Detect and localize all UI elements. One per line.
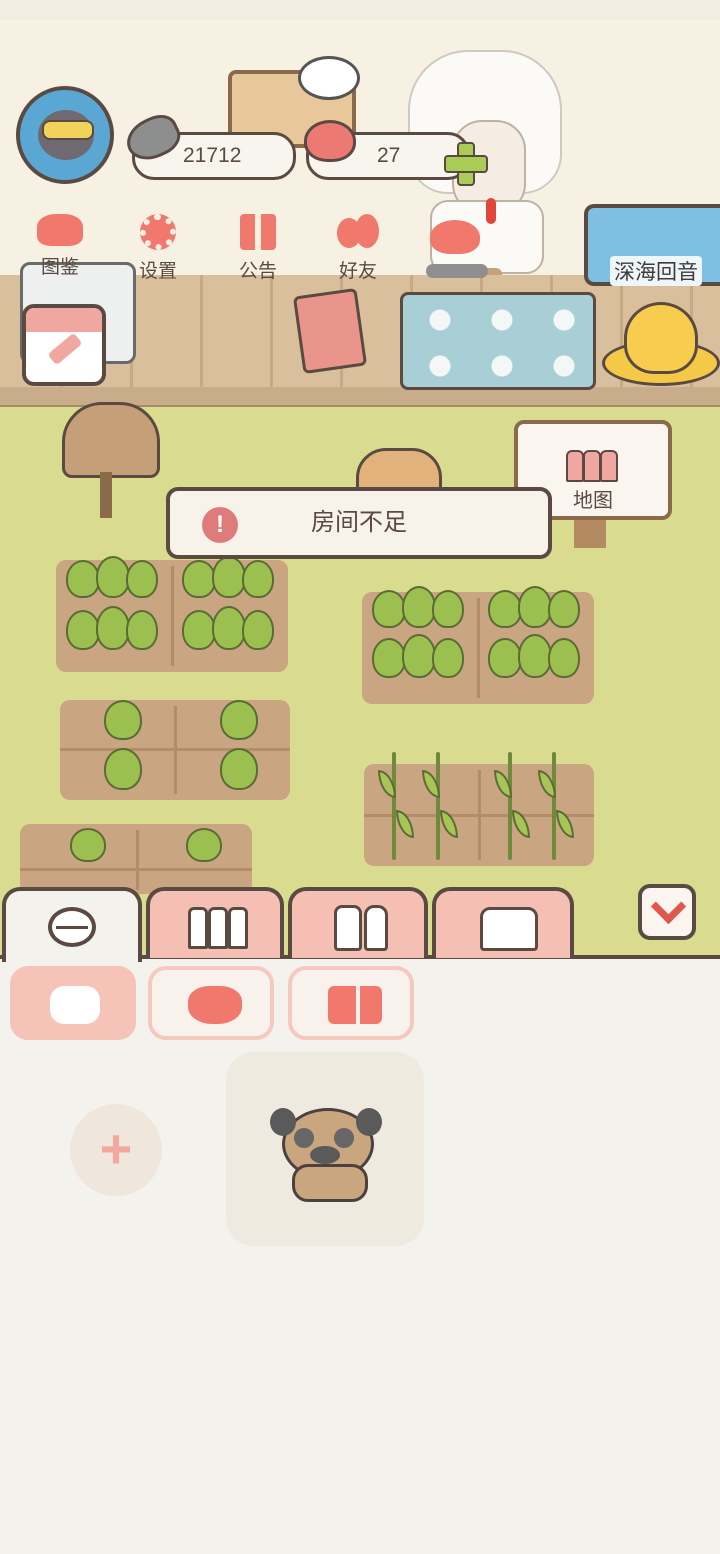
chevron-down-icon bbox=[650, 888, 687, 925]
player-avatar[interactable] bbox=[16, 80, 122, 186]
seedling bbox=[70, 828, 106, 862]
hearts-icon bbox=[430, 220, 480, 254]
leafy-crop bbox=[488, 638, 522, 678]
add-pet-button[interactable]: + bbox=[70, 1104, 162, 1196]
menu-item-label: 好友 bbox=[338, 261, 377, 282]
leafy-crop bbox=[488, 590, 522, 628]
fence-icon bbox=[566, 446, 618, 482]
wall-trim bbox=[0, 0, 720, 20]
cat-book-icon bbox=[37, 214, 83, 246]
subtab-card[interactable] bbox=[288, 966, 414, 1040]
gift-icon bbox=[240, 214, 276, 250]
leafy-crop bbox=[402, 634, 436, 678]
event-banner[interactable]: 深海回音 bbox=[584, 204, 720, 286]
leafy-crop bbox=[548, 590, 580, 628]
seedling bbox=[104, 748, 142, 790]
collapse-panel-button[interactable] bbox=[638, 884, 696, 940]
stalk-crop bbox=[508, 752, 512, 860]
panda-plush[interactable] bbox=[298, 56, 360, 100]
fence-icon bbox=[188, 907, 248, 949]
fish-currency-value: 21712 bbox=[183, 144, 242, 167]
event-banner-label: 深海回音 bbox=[610, 256, 702, 286]
menu-item-announcement[interactable]: 公告 bbox=[218, 214, 298, 286]
add-heart-button[interactable] bbox=[444, 142, 488, 186]
pug-dog-icon bbox=[270, 1102, 386, 1202]
leafy-crop bbox=[66, 560, 100, 598]
menu-item-settings[interactable]: 设置 bbox=[118, 214, 198, 286]
leafy-crop bbox=[432, 590, 464, 628]
inventory-slot[interactable] bbox=[226, 1052, 424, 1246]
mailbox[interactable] bbox=[62, 402, 160, 518]
utensils-icon bbox=[334, 905, 392, 951]
menu-item-friends[interactable]: 好友 bbox=[318, 214, 398, 286]
tab-pets[interactable] bbox=[2, 887, 142, 962]
plus-icon: + bbox=[99, 1117, 133, 1180]
mail-heart-button[interactable] bbox=[424, 198, 496, 280]
toast-message: 房间不足 bbox=[311, 509, 407, 536]
leafy-crop bbox=[126, 610, 158, 650]
leafy-crop bbox=[66, 610, 100, 650]
seedling bbox=[104, 700, 142, 740]
toast-notification: ! 房间不足 bbox=[166, 487, 552, 559]
notebook-item[interactable] bbox=[292, 287, 368, 375]
leafy-crop bbox=[402, 586, 436, 628]
leafy-crop bbox=[212, 556, 246, 598]
leafy-crop bbox=[96, 556, 130, 598]
leafy-crop bbox=[432, 638, 464, 678]
notification-dot bbox=[486, 198, 496, 224]
subtab-cat[interactable] bbox=[148, 966, 274, 1040]
friends-icon bbox=[337, 214, 379, 250]
tab-fences[interactable] bbox=[146, 887, 284, 958]
stalk-crop bbox=[436, 752, 440, 860]
leafy-crop bbox=[212, 606, 246, 650]
stalk-crop bbox=[552, 752, 556, 860]
seedling bbox=[186, 828, 222, 862]
leafy-crop bbox=[126, 560, 158, 598]
cat-icon bbox=[188, 986, 242, 1024]
menu-item-label: 设置 bbox=[138, 261, 177, 282]
leafy-crop bbox=[182, 610, 216, 650]
leafy-crop bbox=[372, 638, 406, 678]
gear-icon bbox=[140, 214, 176, 250]
menu-item-label: 公告 bbox=[238, 261, 277, 282]
chick-hat-icon[interactable] bbox=[602, 300, 720, 386]
leafy-crop bbox=[372, 590, 406, 628]
leafy-crop bbox=[548, 638, 580, 678]
leafy-crop bbox=[518, 634, 552, 678]
leafy-crop bbox=[518, 586, 552, 628]
card-icon bbox=[328, 986, 382, 1024]
sleepy-pet-icon bbox=[50, 986, 100, 1024]
tab-clothes[interactable] bbox=[432, 887, 574, 958]
leafy-crop bbox=[96, 606, 130, 650]
inventory-panel bbox=[0, 958, 720, 1554]
heart-icon bbox=[304, 120, 356, 162]
leafy-crop bbox=[242, 610, 274, 650]
pet-face-icon bbox=[48, 907, 96, 947]
diary-icon[interactable] bbox=[22, 304, 106, 386]
leafy-crop bbox=[242, 560, 274, 598]
seedling bbox=[220, 748, 258, 790]
menu-item-collection[interactable]: 图鉴 bbox=[20, 214, 100, 286]
heart-currency-value: 27 bbox=[377, 144, 401, 167]
subtab-sleeping-pet[interactable] bbox=[10, 966, 136, 1040]
polka-rug[interactable] bbox=[400, 292, 596, 390]
seedling bbox=[220, 700, 258, 740]
stalk-crop bbox=[392, 752, 396, 860]
leafy-crop bbox=[182, 560, 216, 598]
shirt-icon bbox=[480, 907, 538, 951]
tab-food[interactable] bbox=[288, 887, 428, 958]
menu-item-label: 图鉴 bbox=[40, 257, 79, 278]
